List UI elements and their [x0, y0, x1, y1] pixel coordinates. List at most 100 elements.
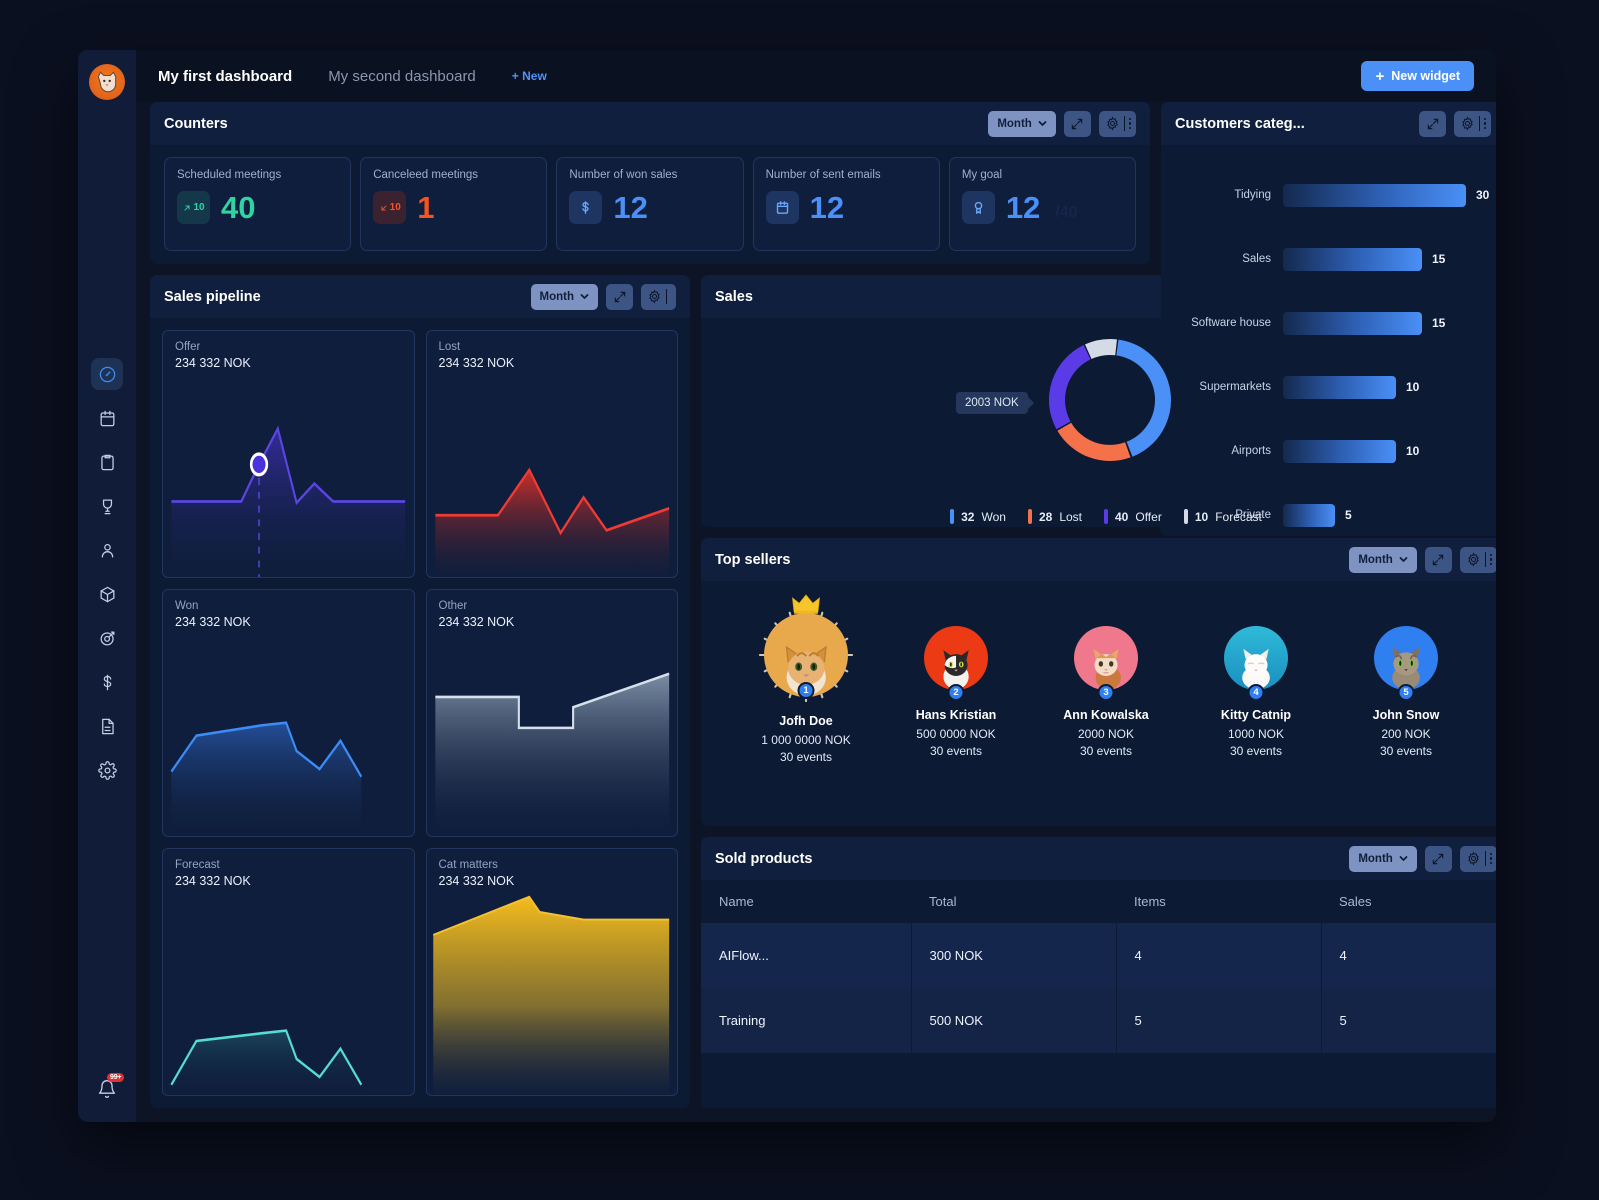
tab-my-first-dashboard[interactable]: My first dashboard [158, 68, 292, 85]
seller-amount: 1 000 0000 NOK [761, 733, 851, 747]
seller-card[interactable]: 2 Hans Kristian 500 0000 NOK 30 events [881, 619, 1031, 758]
pipeline-card-amount: 234 332 NOK [175, 874, 251, 888]
lower-row: Sales pipeline Month Offer 234 332 NOK L… [150, 275, 1496, 1108]
counters-period-select[interactable]: Month [988, 110, 1056, 137]
bell-icon [98, 1080, 116, 1098]
donut-svg [1048, 339, 1171, 461]
tab-my-second-dashboard[interactable]: My second dashboard [328, 68, 476, 85]
rank-badge: 1 [797, 682, 815, 699]
document-icon [101, 718, 114, 734]
pipeline-card-amount: 234 332 NOK [175, 356, 251, 370]
sidebar-item-achievements[interactable] [91, 490, 123, 522]
pipeline-expand-button[interactable] [606, 283, 633, 310]
target-icon [100, 631, 114, 645]
gear-icon [97, 760, 117, 780]
expand-icon [1072, 118, 1083, 129]
seller-card[interactable]: 3 Ann Kowalska 2000 NOK 30 events [1031, 619, 1181, 758]
seller-card[interactable]: 1 Jofh Doe 1 000 0000 NOK 30 events [731, 594, 881, 764]
pipeline-period-select[interactable]: Month [530, 283, 598, 310]
notifications-button[interactable]: 99+ [97, 1073, 125, 1104]
legend-item-forecast: 10 Forecast [1183, 509, 1262, 524]
bar-row[interactable]: Tidying 30 [1171, 163, 1489, 227]
donut-tooltip: 2003 NOK [956, 392, 1028, 414]
counter-card[interactable]: Scheduled meetings 10 40 [164, 157, 352, 251]
topbar: My first dashboard My second dashboard +… [136, 50, 1496, 102]
more-vertical-icon [1479, 116, 1487, 131]
counter-delta-chip: 10 [177, 191, 210, 224]
pipeline-card-lost[interactable]: Lost 234 332 NOK [425, 330, 678, 578]
calendar-icon [776, 201, 788, 214]
counters-expand-button[interactable] [1063, 110, 1091, 137]
counter-delta: 10 [389, 202, 401, 213]
counter-card[interactable]: My goal 12 /40 [948, 157, 1137, 251]
seller-avatar-wrap: 2 [917, 619, 995, 701]
new-widget-button[interactable]: + New widget [1361, 61, 1474, 91]
counters-settings-button[interactable] [1098, 110, 1136, 137]
pipeline-card-label: Won [175, 600, 199, 612]
pipeline-card-cat-matters[interactable]: Cat matters 234 332 NOK [425, 848, 678, 1096]
sidebar-item-goals[interactable] [91, 622, 123, 654]
main-area: My first dashboard My second dashboard +… [136, 50, 1496, 1122]
pipeline-card-other[interactable]: Other 234 332 NOK [425, 589, 678, 837]
cat-avatar-logo[interactable] [89, 64, 125, 100]
bar-value: 15 [1432, 252, 1446, 266]
cell-name: AIFlow... [701, 923, 912, 988]
pipeline-card-label: Other [438, 600, 468, 612]
sidebar-item-settings[interactable] [91, 754, 123, 786]
pipeline-settings-button[interactable] [641, 283, 676, 310]
counter-icon-chip [765, 191, 799, 224]
calendar-icon [100, 410, 114, 426]
pipeline-card-forecast[interactable]: Forecast 234 332 NOK [162, 848, 415, 1096]
dashboard-app: 99+ My first dashboard My second dashboa… [78, 50, 1496, 1122]
pipeline-card-won[interactable]: Won 234 332 NOK [162, 589, 415, 837]
counter-icon-chip [569, 191, 603, 224]
legend-label: Lost [1059, 509, 1082, 524]
customers-title: Customers categ... [1175, 115, 1305, 132]
column-header-total[interactable]: Total [911, 880, 1116, 923]
pipeline-card-amount: 234 332 NOK [175, 615, 251, 629]
pipeline-card-label: Lost [438, 341, 461, 353]
pipeline-chart-offer [163, 371, 414, 577]
seller-events: 30 events [929, 744, 983, 758]
customers-settings-button[interactable] [1454, 110, 1492, 137]
legend-item-won: 32 Won [950, 509, 1006, 524]
bar-value: 30 [1476, 188, 1490, 202]
legend-swatch [1183, 509, 1188, 524]
sidebar-item-tasks[interactable] [91, 446, 123, 478]
sidebar-item-sales[interactable] [91, 666, 123, 698]
legend-swatch [1027, 509, 1032, 524]
expand-icon [614, 291, 625, 302]
speedometer-icon [99, 366, 115, 382]
pipeline-title: Sales pipeline [164, 288, 261, 305]
sidebar-item-dashboard[interactable] [91, 358, 123, 390]
counter-card[interactable]: Number of won sales 12 [556, 157, 744, 251]
sales-donut-chart: 2003 NOK [956, 332, 1256, 487]
counter-label: Number of sent emails [765, 169, 881, 181]
customers-expand-button[interactable] [1419, 110, 1447, 137]
legend-value: 40 [1115, 509, 1129, 524]
sidebar-item-documents[interactable] [91, 710, 123, 742]
left-column: Counters Month Scheduled meetings 10 40 … [150, 102, 1496, 1108]
seller-avatar-wrap: 1 [758, 594, 854, 703]
cell-total: 300 NOK [911, 923, 1117, 988]
seller-name: Jofh Doe [779, 714, 833, 728]
counter-card[interactable]: Number of sent emails 12 [752, 157, 940, 251]
add-new-dashboard-button[interactable]: + New [512, 69, 547, 83]
rank-badge: 5 [1397, 684, 1415, 701]
counter-card[interactable]: Canceleed meetings 10 1 [360, 157, 548, 251]
legend-item-offer: 40 Offer [1104, 509, 1162, 524]
pipeline-card-label: Forecast [175, 859, 220, 871]
sidebar-item-contacts[interactable] [91, 534, 123, 566]
sidebar-item-calendar[interactable] [91, 402, 123, 434]
sidebar-item-products[interactable] [91, 578, 123, 610]
person-icon [101, 543, 113, 557]
counter-value: 12 [1005, 190, 1041, 225]
bar-row[interactable]: Sales 15 [1171, 227, 1489, 291]
pipeline-card-offer[interactable]: Offer 234 332 NOK [162, 330, 415, 578]
pipeline-chart-other [427, 630, 678, 836]
column-header-name[interactable]: Name [701, 880, 911, 923]
avatar [1224, 626, 1288, 690]
counter-label: Canceleed meetings [373, 169, 479, 181]
avatar [924, 626, 988, 690]
cell-name: Training [701, 988, 912, 1053]
